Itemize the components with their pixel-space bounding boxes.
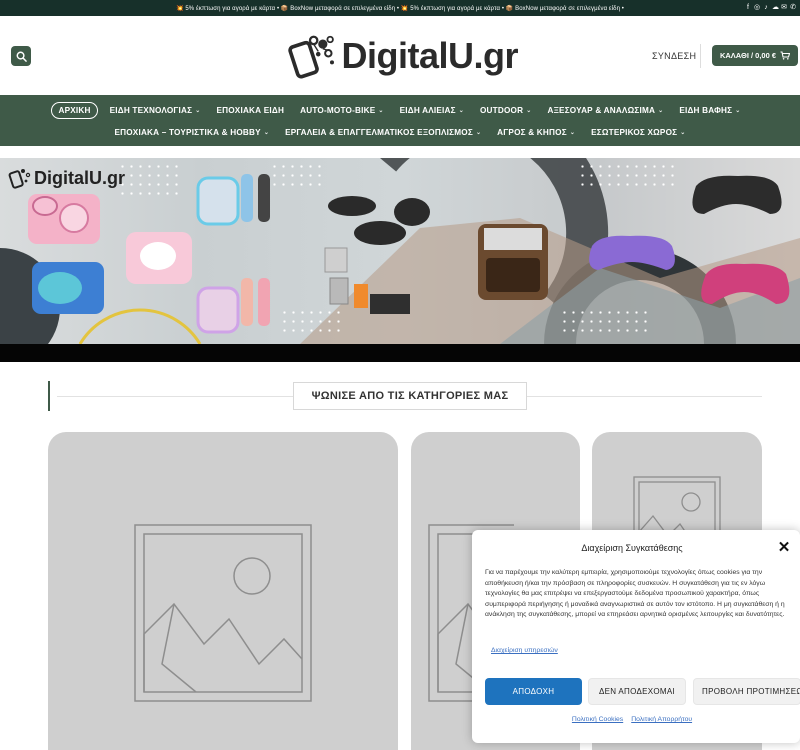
messenger-icon[interactable]: ☁ — [772, 3, 779, 12]
banner-dots-5 — [560, 308, 650, 338]
cart-button[interactable]: ΚΑΛΑΘΙ / 0,00 € — [712, 45, 798, 66]
nav-item-row2-3[interactable]: ΕΣΩΤΕΡΙΚΟΣ ΧΩΡΟΣ ⌄ — [583, 124, 693, 140]
chevron-down-icon: ⌄ — [658, 108, 664, 114]
nav-item-row1-4[interactable]: ΕΙΔΗ ΑΛΙΕΙΑΣ ⌄ — [392, 103, 472, 119]
consent-title: Διαχείριση Συγκατάθεσης — [581, 543, 683, 553]
consent-body: Για να παρέχουμε την καλύτερη εμπειρία, … — [485, 569, 785, 618]
nav-item-label: ΑΡΧΙΚΗ — [58, 106, 91, 115]
banner-dots-4 — [280, 308, 340, 338]
banner-bottom-strip — [0, 344, 800, 362]
cookie-policy-link[interactable]: Πολιτική Cookies — [572, 716, 623, 723]
nav-item-label: ΕΙΔΗ ΑΛΙΕΙΑΣ — [399, 106, 456, 115]
section-accent-bar — [48, 381, 50, 411]
chevron-down-icon: ⌄ — [263, 129, 270, 136]
banner-logo: DigitalU.gr — [8, 166, 125, 190]
nav-item-row1-5[interactable]: OUTDOOR ⌄ — [472, 103, 539, 119]
manage-services-link[interactable]: Διαχείριση υπηρεσιών — [491, 647, 558, 654]
consent-links: Πολιτική Cookies Πολιτική Απορρήτου — [472, 716, 792, 723]
hero-banner[interactable]: DigitalU.gr — [0, 158, 800, 362]
chevron-down-icon: ⌄ — [735, 108, 741, 114]
cart-icon — [780, 51, 791, 60]
close-icon[interactable]: ✕ — [776, 540, 792, 556]
chevron-down-icon: ⌄ — [475, 129, 482, 136]
privacy-policy-link[interactable]: Πολιτική Απορρήτου — [631, 716, 692, 723]
nav-item-row1-0[interactable]: ΑΡΧΙΚΗ — [51, 102, 98, 119]
banner-dots-3 — [578, 162, 678, 190]
banner-background: DigitalU.gr — [0, 158, 800, 344]
search-button[interactable] — [11, 46, 31, 66]
chevron-down-icon: ⌄ — [526, 108, 532, 114]
nav-row-1: ΑΡΧΙΚΗ ΕΙΔΗ ΤΕΧΝΟΛΟΓΙΑΣ ⌄ ΕΠΟΧΙΑΚΑ ΕΙΔΗ AUTO… — [0, 102, 800, 119]
site-logo[interactable]: DigitalU.gr — [288, 28, 518, 84]
promo-text: 💥 5% έκπτωση για αγορά με κάρτα • 📦 BoxN… — [176, 5, 624, 12]
nav-item-label: OUTDOOR — [479, 106, 524, 115]
header-divider — [700, 44, 701, 68]
promo-bar: 💥 5% έκπτωση για αγορά με κάρτα • 📦 BoxN… — [0, 0, 800, 16]
site-header: DigitalU.gr ΣΥΝΔΕΣΗ ΚΑΛΑΘΙ / 0,00 € — [0, 16, 800, 95]
nav-item-row2-2[interactable]: ΑΓΡΟΣ & ΚΗΠΟΣ ⌄ — [489, 124, 583, 140]
nav-item-row2-0[interactable]: ΕΠΟΧΙΑΚΑ – ΤΟΥΡΙΣΤΙΚΑ & HOBBY ⌄ — [106, 124, 277, 140]
nav-item-row1-3[interactable]: AUTO-MOTO-BIKE ⌄ — [292, 103, 392, 119]
chevron-down-icon: ⌄ — [378, 108, 384, 114]
nav-item-label: ΕΙΔΗ ΒΑΦΗΣ — [679, 106, 733, 115]
accept-button[interactable]: ΑΠΟΔΟΧΗ — [485, 678, 582, 705]
chevron-down-icon: ⌄ — [195, 108, 201, 114]
nav-item-label: AUTO-MOTO-BIKE — [300, 106, 376, 115]
facebook-icon[interactable]: f — [745, 3, 751, 12]
social-icons: f ◎ ♪ ☁ ✉ ✆ — [745, 3, 796, 12]
banner-dots-2 — [270, 162, 322, 192]
main-nav: ΑΡΧΙΚΗ ΕΙΔΗ ΤΕΧΝΟΛΟΓΙΑΣ ⌄ ΕΠΟΧΙΑΚΑ ΕΙΔΗ AUTO… — [0, 95, 800, 146]
nav-item-label: ΕΣΩΤΕΡΙΚΟΣ ΧΩΡΟΣ — [591, 127, 678, 137]
logo-phone-icon — [288, 35, 335, 79]
nav-item-row1-1[interactable]: ΕΙΔΗ ΤΕΧΝΟΛΟΓΙΑΣ ⌄ — [102, 103, 209, 119]
instagram-icon[interactable]: ◎ — [754, 3, 760, 12]
image-placeholder-icon — [134, 524, 312, 702]
nav-item-row2-1[interactable]: ΕΡΓΑΛΕΙΑ & ΕΠΑΓΓΕΛΜΑΤΙΚΟΣ ΕΞΟΠΛΙΣΜΟΣ ⌄ — [277, 124, 489, 140]
chevron-down-icon: ⌄ — [680, 129, 686, 136]
nav-item-label: ΕΙΔΗ ΤΕΧΝΟΛΟΓΙΑΣ — [109, 106, 193, 115]
chevron-down-icon: ⌄ — [569, 129, 576, 136]
logo-text: DigitalU.gr — [341, 35, 518, 76]
banner-logo-text: DigitalU.gr — [34, 167, 126, 188]
cart-label: ΚΑΛΑΘΙ / 0,00 € — [719, 51, 777, 60]
nav-item-row1-7[interactable]: ΕΙΔΗ ΒΑΦΗΣ ⌄ — [671, 103, 748, 119]
nav-item-label: ΕΡΓΑΛΕΙΑ & ΕΠΑΓΓΕΛΜΑΤΙΚΟΣ ΕΞΟΠΛΙΣΜΟΣ — [285, 127, 473, 137]
banner-dots-1 — [118, 162, 182, 198]
section-title: ΨΩΝΙΣΕ ΑΠΟ ΤΙΣ ΚΑΤΗΓΟΡΙΕΣ ΜΑΣ — [293, 382, 527, 410]
nav-item-label: ΑΓΡΟΣ & ΚΗΠΟΣ — [497, 127, 567, 137]
login-link[interactable]: ΣΥΝΔΕΣΗ — [652, 51, 696, 61]
nav-item-row1-2[interactable]: ΕΠΟΧΙΑΚΑ ΕΙΔΗ — [208, 103, 292, 119]
banner-logo-icon — [8, 169, 31, 189]
search-icon — [16, 51, 27, 62]
nav-item-label: ΕΠΟΧΙΑΚΑ – ΤΟΥΡΙΣΤΙΚΑ & HOBBY — [114, 127, 261, 137]
nav-item-label: ΕΠΟΧΙΑΚΑ ΕΙΔΗ — [216, 106, 285, 115]
email-icon[interactable]: ✉ — [781, 3, 787, 12]
chevron-down-icon: ⌄ — [458, 108, 464, 114]
consent-dialog: Διαχείριση Συγκατάθεσης ✕ Για να παρέχου… — [472, 530, 800, 743]
category-card[interactable] — [48, 432, 398, 750]
view-preferences-button[interactable]: ΠΡΟΒΟΛΗ ΠΡΟΤΙΜΗΣΕΩΝ — [693, 678, 800, 705]
phone-icon[interactable]: ✆ — [790, 3, 796, 12]
deny-button[interactable]: ΔΕΝ ΑΠΟΔΕΧΟΜΑΙ — [588, 678, 686, 705]
tiktok-icon[interactable]: ♪ — [763, 3, 769, 12]
nav-row-2: ΕΠΟΧΙΑΚΑ – ΤΟΥΡΙΣΤΙΚΑ & HOBBY ⌄ ΕΡΓΑΛΕΙΑ &… — [0, 124, 800, 140]
nav-item-label: ΑΞΕΣΟΥΑΡ & ΑΝΑΛΩΣΙΜΑ — [547, 106, 656, 115]
nav-item-row1-6[interactable]: ΑΞΕΣΟΥΑΡ & ΑΝΑΛΩΣΙΜΑ ⌄ — [539, 103, 671, 119]
